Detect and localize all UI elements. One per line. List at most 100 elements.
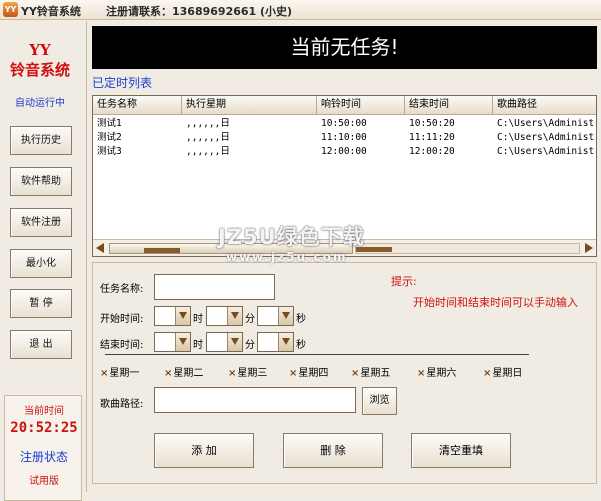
- day-checkbox-thu[interactable]: ×星期四: [289, 364, 328, 379]
- dropdown-arrow-icon[interactable]: [175, 307, 190, 325]
- pause-button[interactable]: 暂 停: [10, 289, 72, 318]
- divider: [105, 354, 529, 355]
- column-header-weekday[interactable]: 执行星期: [182, 96, 317, 115]
- cell-weekday: ,,,,,,日: [186, 132, 230, 143]
- help-button[interactable]: 软件帮助: [10, 167, 72, 196]
- task-name-label: 任务名称:: [100, 284, 144, 295]
- end-time-label: 结束时间:: [100, 340, 144, 351]
- current-time-label: 当前时间: [24, 406, 64, 417]
- cell-end-time: 12:00:20: [409, 146, 455, 157]
- watermark-url: www.jz5u.com: [226, 250, 348, 264]
- dropdown-arrow-icon[interactable]: [227, 333, 242, 351]
- hour-unit: 时: [193, 340, 203, 351]
- day-checkbox-fri[interactable]: ×星期五: [351, 364, 390, 379]
- scroll-grip-icon: [144, 248, 180, 253]
- song-path-input[interactable]: [154, 387, 356, 413]
- day-label: 星期一: [109, 368, 140, 379]
- start-hour-stepper[interactable]: [154, 306, 191, 326]
- logo-name: 铃音系统: [9, 61, 70, 79]
- dropdown-arrow-icon[interactable]: [278, 333, 293, 351]
- song-path-label: 歌曲路径:: [100, 399, 144, 410]
- cell-weekday: ,,,,,,日: [186, 118, 230, 129]
- cell-song-path: C:\Users\Administr: [497, 132, 596, 143]
- end-minute-stepper[interactable]: [206, 332, 243, 352]
- check-icon: ×: [483, 368, 492, 379]
- trial-label: 试用版: [29, 476, 59, 487]
- check-icon: ×: [164, 368, 173, 379]
- browse-button[interactable]: 浏览: [362, 387, 397, 415]
- cell-end-time: 11:11:20: [409, 132, 455, 143]
- day-checkbox-tue[interactable]: ×星期二: [164, 364, 203, 379]
- start-second-stepper[interactable]: [257, 306, 294, 326]
- cell-end-time: 10:50:20: [409, 118, 455, 129]
- day-label: 星期六: [426, 368, 457, 379]
- day-label: 星期日: [492, 368, 523, 379]
- register-button[interactable]: 软件注册: [10, 208, 72, 237]
- scroll-left-icon[interactable]: [96, 243, 104, 253]
- second-unit: 秒: [296, 340, 306, 351]
- title-bar: YY YY铃音系统 注册请联系：13689692661 (小史): [0, 0, 601, 20]
- column-header-ring-time[interactable]: 响铃时间: [317, 96, 405, 115]
- cell-song-path: C:\Users\Administr: [497, 118, 596, 129]
- day-checkbox-mon[interactable]: ×星期一: [100, 364, 139, 379]
- start-time-label: 开始时间:: [100, 314, 144, 325]
- cell-ring-time: 10:50:00: [321, 118, 367, 129]
- end-second-stepper[interactable]: [257, 332, 294, 352]
- day-label: 星期二: [173, 368, 204, 379]
- autorun-status: 自动运行中: [15, 98, 65, 109]
- second-unit: 秒: [296, 314, 306, 325]
- window-title: YY铃音系统: [21, 5, 81, 18]
- day-checkbox-sat[interactable]: ×星期六: [417, 364, 456, 379]
- day-checkbox-wed[interactable]: ×星期三: [228, 364, 267, 379]
- cell-song-path: C:\Users\Administr: [497, 146, 596, 157]
- clear-button[interactable]: 清空重填: [411, 433, 511, 468]
- check-icon: ×: [417, 368, 426, 379]
- status-banner: 当前无任务!: [92, 26, 597, 69]
- cell-task-name: 测试2: [97, 132, 122, 143]
- cell-task-name: 测试3: [97, 146, 122, 157]
- hint-text: 开始时间和结束时间可以手动输入: [413, 296, 578, 309]
- minimize-button[interactable]: 最小化: [10, 249, 72, 278]
- delete-button[interactable]: 删 除: [283, 433, 383, 468]
- current-time: 20:52:25: [10, 420, 78, 436]
- history-button[interactable]: 执行历史: [10, 126, 72, 155]
- start-minute-stepper[interactable]: [206, 306, 243, 326]
- sidebar: YY 铃音系统 自动运行中 执行历史 软件帮助 软件注册 最小化 暂 停 退 出…: [0, 21, 87, 501]
- dropdown-arrow-icon[interactable]: [278, 307, 293, 325]
- check-icon: ×: [228, 368, 237, 379]
- contact-text: 注册请联系：13689692661 (小史): [106, 5, 293, 18]
- cell-weekday: ,,,,,,日: [186, 146, 230, 157]
- minute-unit: 分: [245, 340, 255, 351]
- day-label: 星期四: [298, 368, 329, 379]
- day-label: 星期五: [360, 368, 391, 379]
- column-header-task-name[interactable]: 任务名称: [93, 96, 182, 115]
- scroll-right-icon[interactable]: [585, 243, 593, 253]
- registration-status: 注册状态: [19, 450, 68, 464]
- column-header-end-time[interactable]: 结束时间: [405, 96, 493, 115]
- dropdown-arrow-icon[interactable]: [227, 307, 242, 325]
- logo-yy: YY: [29, 41, 51, 59]
- day-checkbox-sun[interactable]: ×星期日: [483, 364, 522, 379]
- watermark-title: JZ5U绿色下载: [218, 225, 365, 249]
- check-icon: ×: [100, 368, 109, 379]
- cell-ring-time: 11:10:00: [321, 132, 367, 143]
- hint-title: 提示:: [391, 275, 417, 288]
- add-button[interactable]: 添 加: [154, 433, 254, 468]
- schedule-list-title: 已定时列表: [92, 76, 153, 90]
- check-icon: ×: [289, 368, 298, 379]
- cell-ring-time: 12:00:00: [321, 146, 367, 157]
- hour-unit: 时: [193, 314, 203, 325]
- exit-button[interactable]: 退 出: [10, 330, 72, 359]
- column-header-song-path[interactable]: 歌曲路径: [493, 96, 596, 115]
- dropdown-arrow-icon[interactable]: [175, 333, 190, 351]
- time-status-box: 当前时间 20:52:25 注册状态 试用版: [4, 395, 82, 501]
- end-hour-stepper[interactable]: [154, 332, 191, 352]
- check-icon: ×: [351, 368, 360, 379]
- task-name-input[interactable]: [154, 274, 275, 300]
- minute-unit: 分: [245, 314, 255, 325]
- scroll-track[interactable]: [355, 243, 580, 254]
- app-icon: YY: [3, 2, 18, 17]
- task-form: 任务名称: 开始时间: 时 分 秒 结束时间: 时 分 秒 提示: 开始时间和结…: [92, 262, 597, 484]
- day-label: 星期三: [237, 368, 268, 379]
- cell-task-name: 测试1: [97, 118, 122, 129]
